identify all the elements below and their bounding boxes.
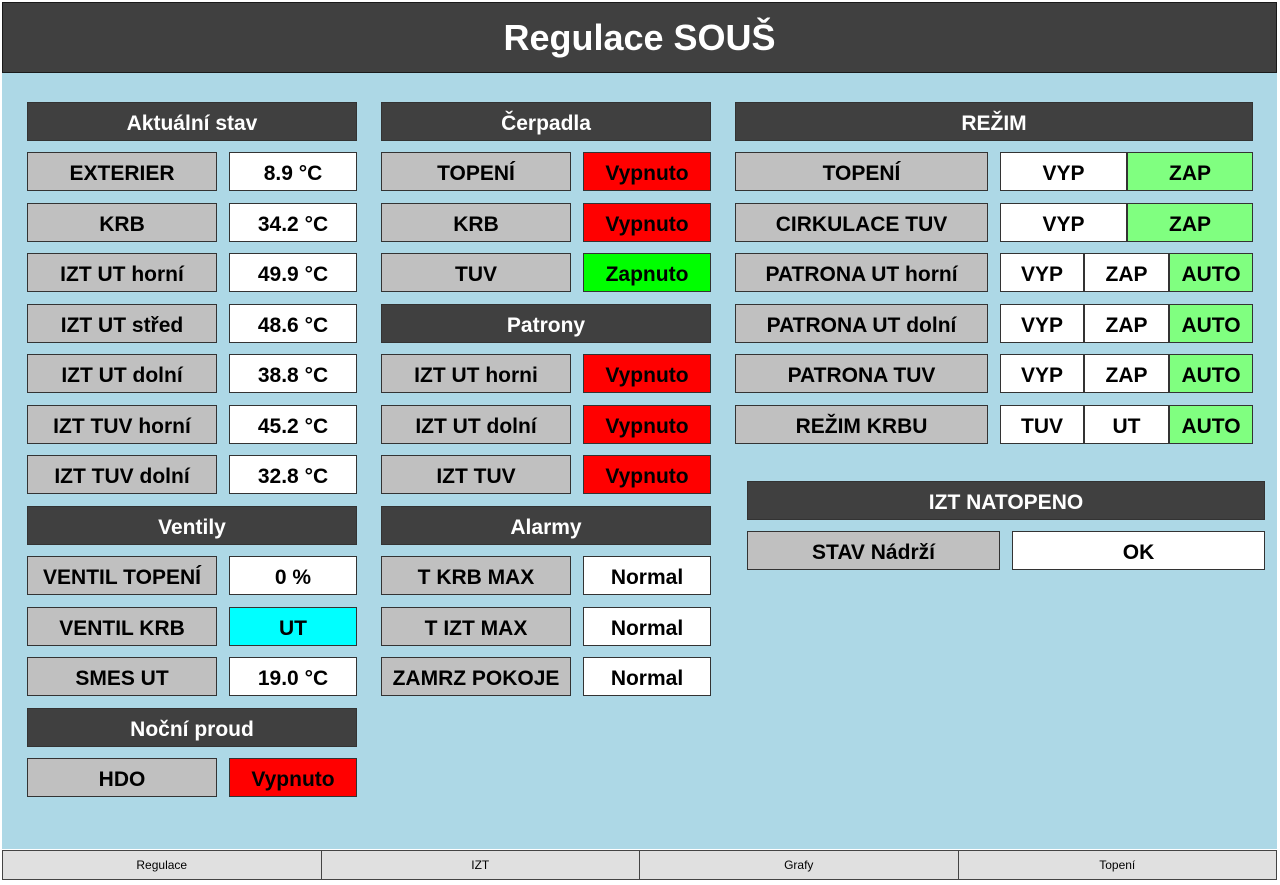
label-patrona-izt-tuv: IZT TUV: [381, 455, 571, 494]
status-hdo: Vypnuto: [229, 758, 357, 797]
rezim-patrona-ut-horni-vyp-button[interactable]: VYP: [1000, 253, 1084, 292]
label-patrona-izt-ut-horni: IZT UT horni: [381, 354, 571, 393]
section-header-patrony: Patrony: [381, 304, 711, 343]
rezim-cirkulace-tuv-vyp-button[interactable]: VYP: [1000, 203, 1127, 242]
rezim-patrona-tuv-vyp-button[interactable]: VYP: [1000, 354, 1084, 393]
label-smes-ut: SMES UT: [27, 657, 217, 696]
label-rezim-patrona-ut-dolni: PATRONA UT dolní: [735, 304, 988, 343]
value-izt-tuv-horni-temp: 45.2 °C: [229, 405, 357, 444]
label-izt-tuv-dolni: IZT TUV dolní: [27, 455, 217, 494]
status-alarm-zamrz-pokoje: Normal: [583, 657, 711, 696]
label-rezim-cirkulace-tuv: CIRKULACE TUV: [735, 203, 988, 242]
label-cerpadlo-topeni: TOPENÍ: [381, 152, 571, 191]
page-title: Regulace SOUŠ: [2, 2, 1277, 73]
section-header-alarmy: Alarmy: [381, 506, 711, 545]
status-alarm-t-izt-max: Normal: [583, 607, 711, 646]
status-cerpadlo-topeni: Vypnuto: [583, 152, 711, 191]
label-alarm-t-krb-max: T KRB MAX: [381, 556, 571, 595]
label-krb: KRB: [27, 203, 217, 242]
value-izt-ut-stred-temp: 48.6 °C: [229, 304, 357, 343]
label-ventil-krb: VENTIL KRB: [27, 607, 217, 646]
tab-grafy[interactable]: Grafy: [640, 850, 959, 880]
value-exterier-temp: 8.9 °C: [229, 152, 357, 191]
section-header-rezim: REŽIM: [735, 102, 1253, 141]
section-header-cerpadla: Čerpadla: [381, 102, 711, 141]
rezim-topeni-vyp-button[interactable]: VYP: [1000, 152, 1127, 191]
main-panel: Aktuální stav EXTERIER 8.9 °C KRB 34.2 °…: [2, 73, 1277, 849]
rezim-krbu-auto-button[interactable]: AUTO: [1169, 405, 1253, 444]
section-header-ventily: Ventily: [27, 506, 357, 545]
tab-topeni[interactable]: Topení: [958, 850, 1277, 880]
value-krb-temp: 34.2 °C: [229, 203, 357, 242]
value-izt-tuv-dolni-temp: 32.8 °C: [229, 455, 357, 494]
rezim-patrona-ut-dolni-zap-button[interactable]: ZAP: [1084, 304, 1169, 343]
label-izt-ut-stred: IZT UT střed: [27, 304, 217, 343]
tab-regulace[interactable]: Regulace: [2, 850, 322, 880]
label-exterier: EXTERIER: [27, 152, 217, 191]
label-stav-nadrzi: STAV Nádrží: [747, 531, 1000, 570]
rezim-patrona-ut-horni-auto-button[interactable]: AUTO: [1169, 253, 1253, 292]
section-header-izt-natopeno: IZT NATOPENO: [747, 481, 1265, 520]
value-ventil-krb: UT: [229, 607, 357, 646]
status-alarm-t-krb-max: Normal: [583, 556, 711, 595]
rezim-cirkulace-tuv-zap-button[interactable]: ZAP: [1127, 203, 1253, 242]
label-patrona-izt-ut-dolni: IZT UT dolní: [381, 405, 571, 444]
label-alarm-zamrz-pokoje: ZAMRZ POKOJE: [381, 657, 571, 696]
tab-izt[interactable]: IZT: [321, 850, 640, 880]
label-izt-ut-horni: IZT UT horní: [27, 253, 217, 292]
value-izt-ut-horni-temp: 49.9 °C: [229, 253, 357, 292]
label-rezim-patrona-tuv: PATRONA TUV: [735, 354, 988, 393]
label-izt-ut-dolni: IZT UT dolní: [27, 354, 217, 393]
rezim-patrona-ut-dolni-auto-button[interactable]: AUTO: [1169, 304, 1253, 343]
status-patrona-izt-ut-dolni: Vypnuto: [583, 405, 711, 444]
label-izt-tuv-horni: IZT TUV horní: [27, 405, 217, 444]
section-header-aktualni-stav: Aktuální stav: [27, 102, 357, 141]
rezim-krbu-tuv-button[interactable]: TUV: [1000, 405, 1084, 444]
label-rezim-topeni: TOPENÍ: [735, 152, 988, 191]
status-patrona-izt-ut-horni: Vypnuto: [583, 354, 711, 393]
label-cerpadlo-tuv: TUV: [381, 253, 571, 292]
status-cerpadlo-krb: Vypnuto: [583, 203, 711, 242]
rezim-patrona-ut-dolni-vyp-button[interactable]: VYP: [1000, 304, 1084, 343]
value-ventil-topeni: 0 %: [229, 556, 357, 595]
label-cerpadlo-krb: KRB: [381, 203, 571, 242]
label-rezim-patrona-ut-horni: PATRONA UT horní: [735, 253, 988, 292]
rezim-topeni-zap-button[interactable]: ZAP: [1127, 152, 1253, 191]
hmi-window: Regulace SOUŠ Aktuální stav EXTERIER 8.9…: [0, 0, 1280, 885]
status-patrona-izt-tuv: Vypnuto: [583, 455, 711, 494]
label-alarm-t-izt-max: T IZT MAX: [381, 607, 571, 646]
rezim-patrona-tuv-zap-button[interactable]: ZAP: [1084, 354, 1169, 393]
bottom-nav: Regulace IZT Grafy Topení: [2, 850, 1277, 880]
value-izt-ut-dolni-temp: 38.8 °C: [229, 354, 357, 393]
label-rezim-krbu: REŽIM KRBU: [735, 405, 988, 444]
label-hdo: HDO: [27, 758, 217, 797]
status-cerpadlo-tuv: Zapnuto: [583, 253, 711, 292]
value-stav-nadrzi: OK: [1012, 531, 1265, 570]
section-header-nocni-proud: Noční proud: [27, 708, 357, 747]
rezim-patrona-ut-horni-zap-button[interactable]: ZAP: [1084, 253, 1169, 292]
rezim-krbu-ut-button[interactable]: UT: [1084, 405, 1169, 444]
label-ventil-topeni: VENTIL TOPENÍ: [27, 556, 217, 595]
rezim-patrona-tuv-auto-button[interactable]: AUTO: [1169, 354, 1253, 393]
value-smes-ut: 19.0 °C: [229, 657, 357, 696]
